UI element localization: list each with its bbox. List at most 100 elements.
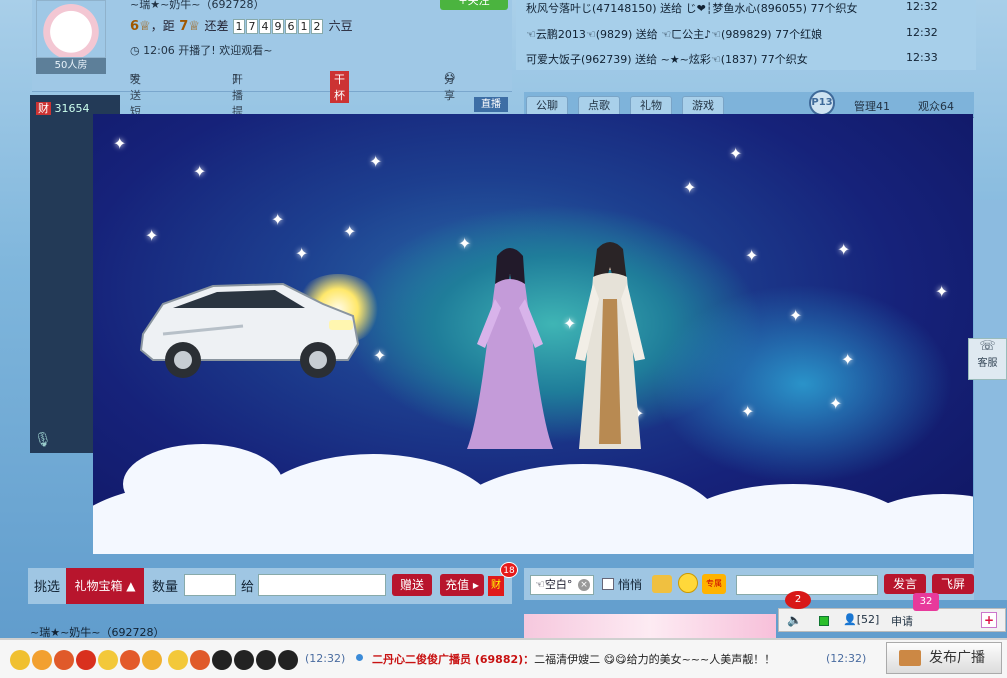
recharge-button[interactable]: 充值 ▸	[440, 574, 484, 596]
promo-banner[interactable]	[524, 614, 776, 638]
people-count-value: [52]	[856, 613, 880, 626]
chat-target-select[interactable]: ☜空白° ×	[530, 575, 594, 595]
sparkle-icon: ✦	[829, 394, 843, 413]
tab-games[interactable]: 游戏	[682, 96, 724, 116]
bean-digit: 1	[233, 19, 246, 34]
level-progress: 6♕，距 7♕ 还差 1749612 六豆	[130, 17, 353, 34]
sparkle-icon: ✦	[841, 350, 855, 369]
clock-icon: ◷	[130, 44, 144, 57]
sparkle-icon: ✦	[935, 282, 949, 301]
speaker-badge: 2	[785, 591, 811, 609]
bean-digit: 9	[272, 19, 285, 34]
people-count[interactable]: 👤[52]	[843, 613, 879, 626]
emoji-icon	[120, 650, 140, 670]
emoji-icon	[168, 650, 188, 670]
tab-gifts[interactable]: 礼物	[630, 96, 672, 116]
wealth-badge: 18	[500, 562, 518, 578]
sparkle-icon: ✦	[729, 144, 743, 163]
anchor-name: ~瑞★~奶牛~（692728）	[130, 0, 265, 11]
right-sidebar-edge	[974, 200, 1007, 600]
emoji-icon	[234, 650, 254, 670]
suv-car-image	[139, 282, 360, 378]
publish-broadcast-button[interactable]: 发布广播	[886, 642, 1002, 674]
broadcast-time: (12:32)	[826, 652, 867, 665]
tab-public-chat[interactable]: 公聊	[526, 96, 568, 116]
wealth-button[interactable]: 财	[488, 576, 504, 596]
emoji-icon	[142, 650, 162, 670]
bean-digit: 1	[298, 19, 311, 34]
ticker-time: 12:32	[906, 26, 938, 39]
ticker-time: 12:33	[906, 51, 938, 64]
whisper-label: 悄悄	[618, 578, 643, 592]
megaphone-icon	[899, 650, 921, 666]
ticker-text: 秋风兮落叶じ(47148150) 送给 じ❤┆梦鱼水心(896055) 77个织…	[526, 2, 858, 15]
gift-bar: 挑选 礼物宝箱 ▲ 数量 给 赠送 充值 ▸ 财 18	[28, 562, 518, 604]
emoji-icon	[98, 650, 118, 670]
live-tag: 直播	[474, 97, 508, 112]
gift-animation: ✦ ✦ ✦ ✦ ✦ ✦ ✦ ✦ ✦ ✦ ✦ ✦ ✦ ✦ ✦ ✦ ✦ ✦ ✦ ✦	[93, 114, 973, 554]
chat-input-bar: ☜空白° × 悄悄 专属 发言 飞屏	[524, 568, 974, 600]
quantity-input[interactable]	[184, 574, 236, 596]
gift-ticker: 秋风兮落叶じ(47148150) 送给 じ❤┆梦鱼水心(896055) 77个织…	[516, 0, 976, 70]
sparkle-icon: ✦	[295, 244, 309, 263]
apply-button[interactable]: 申请	[891, 613, 913, 629]
p13-badge[interactable]: P13	[809, 90, 835, 116]
ticker-time: 12:32	[906, 0, 938, 13]
crown-icon: ♕	[139, 19, 151, 34]
ticker-item: 可爱大饭子(962739) 送给 ~★~炫彩☜(1837) 77个织女 12:33	[526, 51, 938, 67]
sparkle-icon: ✦	[745, 246, 759, 265]
rich-count-value: 31654	[54, 102, 90, 115]
broadcast-body: 二福清伊嫂二 😋😋给力的美女~~~人美声靓！！	[534, 653, 776, 666]
mic-status-panel: 2 🔈 👤[52] 申请 32 +	[778, 591, 1006, 632]
broadcast-bar: (12:32) 二丹心二俊俊广播员 (69882)：二福清伊嫂二 😋😋给力的美女…	[0, 638, 1007, 678]
anchor-avatar[interactable]	[36, 0, 106, 58]
emoji-icon	[212, 650, 232, 670]
recipient-input[interactable]	[258, 574, 386, 596]
emoji-icon	[76, 650, 96, 670]
image-picker-icon[interactable]	[652, 575, 672, 593]
rich-count: 财 31654	[36, 100, 90, 116]
distance-label: ，距	[150, 19, 175, 33]
broadcast-sender[interactable]: 二丹心二俊俊广播员 (69882)：	[372, 653, 534, 666]
sparkle-icon: ✦	[369, 152, 383, 171]
speaker-icon[interactable]: 🔈	[787, 613, 802, 627]
customer-service-button[interactable]: ☏ 客服	[968, 338, 1007, 380]
sparkle-icon: ✦	[373, 346, 387, 365]
chat-message-input[interactable]	[736, 575, 878, 595]
tab-song-request[interactable]: 点歌	[578, 96, 620, 116]
remaining-label: 还差	[204, 19, 229, 33]
sparkle-icon: ✦	[683, 178, 697, 197]
bean-digit: 6	[285, 19, 298, 34]
cloud-layer	[93, 444, 973, 554]
managers-count[interactable]: 管理41	[854, 98, 890, 114]
ticker-text: ☜云鹏2013☜(9829) 送给 ☜ㄈ公主♪☜(989829) 77个红娘	[526, 28, 823, 41]
person-icon: 👤	[843, 613, 857, 626]
smile-icon: ☺	[444, 71, 456, 84]
send-message-button[interactable]: 发言	[884, 574, 926, 594]
exclusive-emoji-button[interactable]: 专属	[702, 574, 726, 594]
follow-button[interactable]: +关注	[440, 0, 508, 10]
emoji-icon	[10, 650, 30, 670]
chat-target-name: ☜空白°	[535, 578, 573, 591]
bean-digit: 7	[246, 19, 259, 34]
bean-digit: 2	[311, 19, 324, 34]
whisper-checkbox[interactable]	[602, 578, 614, 590]
emoji-strip	[10, 650, 300, 672]
microphone-icon[interactable]: 🎙	[34, 432, 52, 448]
emoji-icon	[32, 650, 52, 670]
expand-plus-button[interactable]: +	[981, 612, 997, 628]
emoji-picker-icon[interactable]	[678, 573, 698, 593]
give-gift-button[interactable]: 赠送	[392, 574, 432, 596]
sparkle-icon: ✦	[145, 226, 159, 245]
live-start-note: ◷ 12:06 开播了! 欢迎观看~	[130, 42, 272, 58]
emoji-icon	[278, 650, 298, 670]
gift-box-button[interactable]: 礼物宝箱 ▲	[66, 568, 144, 604]
level-next: 7	[179, 19, 189, 34]
apply-badge: 32	[913, 593, 939, 611]
publish-broadcast-label: 发布广播	[929, 650, 985, 666]
ticker-item: ☜云鹏2013☜(9829) 送给 ☜ㄈ公主♪☜(989829) 77个红娘 12…	[526, 26, 938, 42]
sparkle-icon: ✦	[789, 306, 803, 325]
fly-screen-button[interactable]: 飞屏	[932, 574, 974, 594]
clear-target-icon[interactable]: ×	[578, 579, 590, 591]
viewers-count[interactable]: 观众64	[918, 98, 954, 114]
